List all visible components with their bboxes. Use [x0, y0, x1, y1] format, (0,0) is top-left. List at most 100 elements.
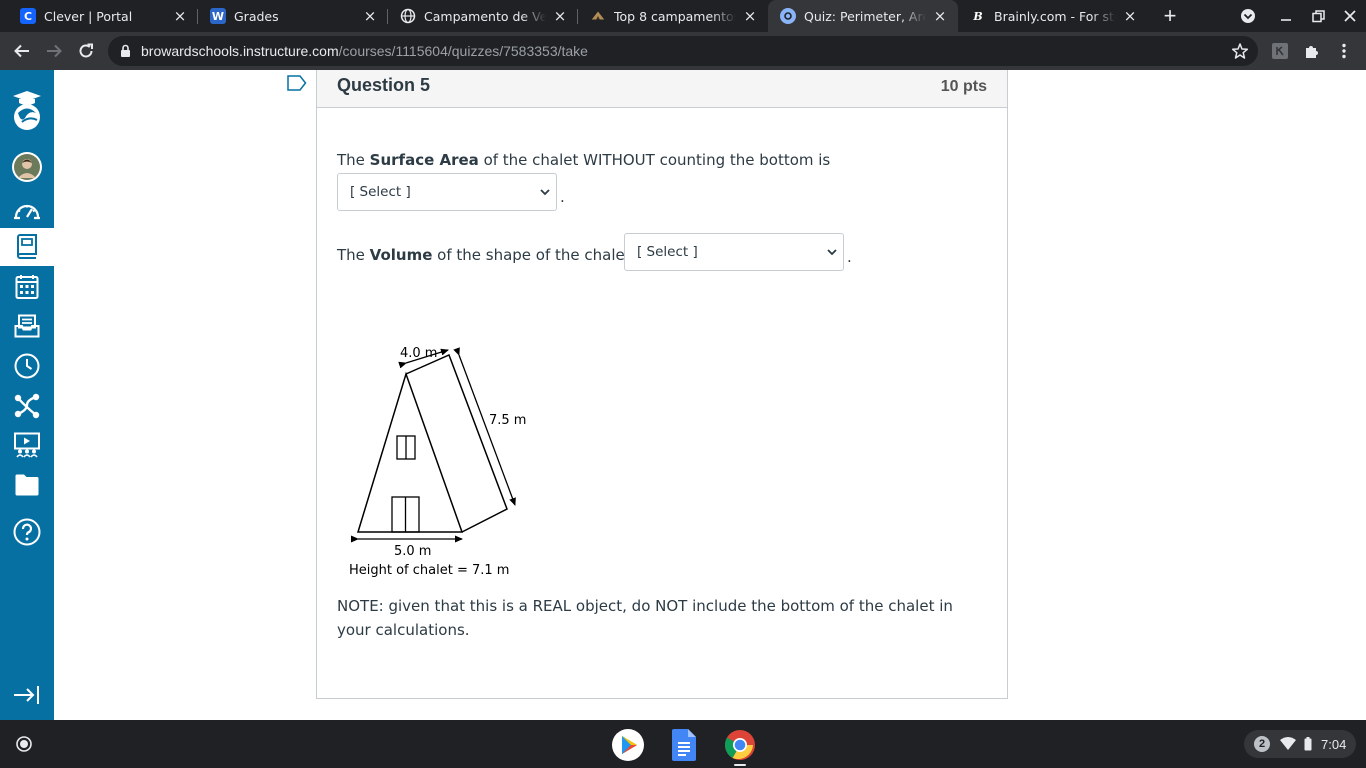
kebab-menu-icon [1342, 43, 1346, 59]
inbox-button[interactable] [0, 307, 54, 345]
prompt-text: The [337, 151, 370, 169]
help-icon [13, 518, 41, 546]
url-text: browardschools.instructure.com/courses/1… [141, 43, 588, 59]
google-docs-app[interactable] [667, 728, 701, 762]
surface-area-select[interactable]: [ Select ] [337, 173, 557, 211]
quiz-content: Question 5 10 pts The Surface Area of th… [54, 70, 1366, 720]
reload-button[interactable] [73, 38, 99, 64]
period: . [847, 248, 852, 266]
help-button[interactable] [0, 513, 54, 551]
canvas-icon [780, 8, 796, 24]
files-button[interactable] [0, 466, 54, 504]
close-icon[interactable]: × [1122, 7, 1138, 25]
question-name: Question 5 [337, 75, 431, 95]
user-avatar-icon [14, 154, 40, 180]
global-navigation [0, 70, 54, 720]
close-icon[interactable]: × [172, 7, 188, 25]
chrome-app[interactable] [723, 728, 757, 762]
lock-icon[interactable] [120, 44, 131, 58]
bookmark-star-button[interactable] [1227, 38, 1253, 64]
minimize-icon [1281, 19, 1291, 21]
folder-icon [15, 474, 39, 496]
launcher-button[interactable] [12, 732, 36, 756]
browser-tab-strip: C Clever | Portal × W Grades × Campament… [0, 0, 1366, 32]
battery-icon [1304, 737, 1312, 751]
commons-button[interactable] [0, 387, 54, 425]
puzzle-icon [1306, 46, 1318, 58]
prompt-text: The [337, 246, 370, 264]
profile-extension-button[interactable] [1267, 38, 1293, 64]
prompt-text: of the shape of the chalet is [432, 246, 648, 264]
close-icon[interactable]: × [932, 7, 948, 25]
notification-count-badge: 2 [1254, 736, 1270, 752]
calendar-button[interactable] [0, 268, 54, 306]
menu-button[interactable] [1331, 38, 1357, 64]
logo-button[interactable] [0, 85, 54, 135]
tab-title: Quiz: Perimeter, Area, Surface [804, 8, 926, 24]
question-header: Question 5 10 pts [317, 70, 1007, 108]
tab-campamento[interactable]: Campamento de Verano × [388, 0, 578, 32]
arrow-right-icon [47, 44, 62, 58]
back-button[interactable] [9, 38, 35, 64]
tab-quiz[interactable]: Quiz: Perimeter, Area, Surface × [768, 0, 958, 32]
avatar [12, 152, 42, 182]
camp-icon [590, 8, 606, 24]
restore-button[interactable] [1306, 4, 1330, 28]
top-dimension-label: 4.0 m [400, 346, 437, 361]
chevron-down-icon [540, 189, 550, 196]
tab-title: Clever | Portal [44, 8, 133, 24]
play-store-icon [612, 729, 644, 761]
volume-prompt: The Volume of the shape of the chalet is [337, 246, 647, 264]
url-path: /courses/1115604/quizzes/7583353/take [338, 43, 588, 59]
tab-top8[interactable]: Top 8 campamentos de × [578, 0, 768, 32]
chevron-down-icon [827, 249, 837, 256]
calendar-icon [15, 275, 39, 299]
new-tab-button[interactable]: + [1158, 3, 1182, 28]
tab-grades[interactable]: W Grades × [198, 0, 388, 32]
courses-button[interactable] [0, 228, 54, 266]
dashboard-button[interactable] [0, 191, 54, 229]
close-icon[interactable]: × [742, 7, 758, 25]
history-button[interactable] [0, 347, 54, 385]
status-tray[interactable]: 2 7:04 [1244, 730, 1356, 758]
side-dimension-label: 7.5 m [489, 413, 526, 428]
star-icon [1231, 43, 1249, 59]
volume-select[interactable]: [ Select ] [624, 233, 844, 271]
close-icon[interactable]: × [552, 7, 568, 25]
tab-brainly[interactable]: B Brainly.com - For students × [958, 0, 1148, 32]
close-icon[interactable]: × [362, 7, 378, 25]
play-store-app[interactable] [611, 728, 645, 762]
flag-question-icon[interactable] [287, 75, 307, 91]
question-note: NOTE: given that this is a REAL object, … [337, 597, 953, 639]
forward-button[interactable] [41, 38, 67, 64]
account-button[interactable] [0, 148, 54, 186]
clock-time: 7:04 [1321, 736, 1347, 752]
base-dimension-label: 5.0 m [394, 544, 431, 559]
studio-button[interactable] [0, 426, 54, 464]
minimize-button[interactable] [1274, 4, 1298, 28]
side-dimension-arrow [453, 347, 516, 506]
chrome-icon [724, 730, 755, 760]
running-indicator [734, 764, 746, 766]
collapse-nav-button[interactable] [0, 676, 54, 714]
brainly-icon: B [973, 9, 983, 23]
url-host: browardschools.instructure.com [141, 43, 339, 59]
clock-icon [14, 353, 40, 379]
presentation-icon [14, 432, 40, 458]
extensions-button[interactable] [1299, 38, 1325, 64]
tab-search-button[interactable] [1236, 4, 1260, 28]
tab-title: Brainly.com - For students [994, 8, 1116, 24]
restore-icon [1311, 9, 1325, 22]
chalet-front-face [356, 371, 464, 533]
select-value: [ Select ] [637, 244, 698, 260]
book-icon [16, 234, 37, 259]
tab-title: Grades [234, 8, 279, 24]
question-points: 10 pts [940, 78, 987, 95]
tab-clever[interactable]: C Clever | Portal × [8, 0, 198, 32]
question-body: The Surface Area of the chalet WITHOUT c… [317, 108, 1007, 698]
globe-icon [400, 8, 416, 24]
wifi-icon [1280, 737, 1296, 750]
address-bar[interactable]: browardschools.instructure.com/courses/1… [108, 36, 1258, 66]
close-window-button[interactable] [1338, 4, 1362, 28]
school-logo-icon [13, 91, 41, 130]
